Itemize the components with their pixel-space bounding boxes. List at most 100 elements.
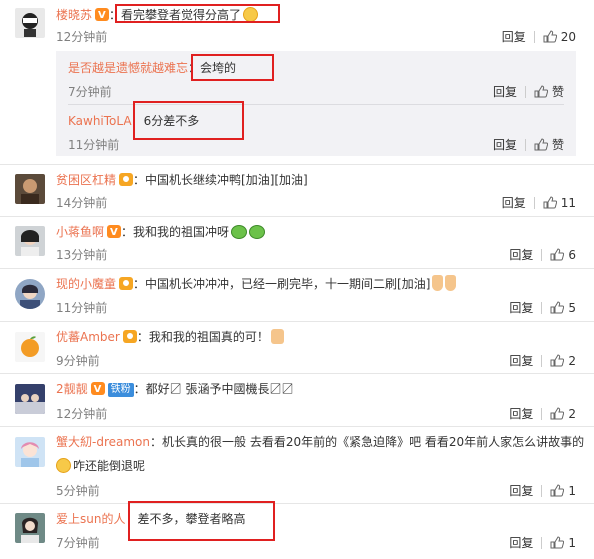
divider	[541, 301, 543, 314]
comment-time: 5分钟前	[56, 484, 100, 498]
avatar-cartoon-icon	[22, 13, 38, 37]
like-count: 20	[560, 29, 576, 44]
avatar[interactable]	[15, 8, 45, 38]
comment-text: ：我和我的祖国真的可！	[136, 330, 269, 344]
comment-actions: 回复 5	[509, 299, 576, 316]
avatar[interactable]	[15, 226, 45, 256]
like-thumb-icon[interactable]	[534, 138, 548, 151]
vip-badge-icon	[90, 381, 105, 399]
divider	[0, 321, 594, 322]
comment-time: 14分钟前	[56, 196, 108, 210]
divider	[541, 536, 543, 549]
reply-time: 11分钟前	[68, 138, 120, 152]
thumbs-up-emoji-icon	[270, 329, 284, 344]
like-thumb-icon[interactable]	[550, 354, 565, 367]
member-badge-icon	[122, 330, 137, 343]
comment-text: ：机长真的很一般 去看看20年前的《紧急迫降》吧 看看20年前人家怎么讲故事的	[150, 435, 585, 449]
reply-button[interactable]: 回复	[509, 299, 533, 316]
highlight-box	[191, 54, 274, 81]
divider	[533, 196, 535, 209]
divider	[524, 85, 526, 98]
like-label[interactable]: 赞	[552, 83, 564, 100]
divider	[0, 373, 594, 374]
reply-button[interactable]: 回复	[502, 28, 526, 45]
username-link[interactable]: 小蒋鱼啊	[56, 225, 104, 239]
comment-actions: 回复 6	[509, 246, 576, 263]
avatar-photo-icon	[21, 517, 39, 543]
comment-text-cont: 咋还能倒退呢	[73, 459, 146, 473]
reply-button[interactable]: 回复	[509, 482, 533, 499]
reply-actions: 回复 赞	[493, 83, 564, 100]
like-count: 5	[568, 300, 576, 315]
username-link[interactable]: 现的小魔童	[56, 277, 116, 291]
avatar[interactable]	[15, 384, 45, 414]
like-thumb-icon[interactable]	[550, 248, 565, 261]
like-label[interactable]: 赞	[552, 136, 564, 153]
reply-button[interactable]: 回复	[509, 352, 533, 369]
username-link[interactable]: 优蕃Amber	[56, 330, 120, 344]
comment-time: 12分钟前	[56, 30, 108, 44]
reply-button[interactable]: 回复	[509, 534, 533, 551]
like-thumb-icon[interactable]	[550, 301, 565, 314]
comment-text: ：都好〼 張涵予中國機長〼〼	[133, 382, 294, 396]
divider	[533, 30, 535, 43]
comment-time: 9分钟前	[56, 354, 100, 368]
like-thumb-icon[interactable]	[543, 30, 557, 43]
divider	[524, 138, 526, 151]
divider	[0, 503, 594, 504]
avatar[interactable]	[15, 174, 45, 204]
avatar-anime-icon	[21, 442, 39, 467]
reply-button[interactable]: 回复	[509, 246, 533, 263]
divider	[541, 354, 543, 367]
comment-actions: 回复 1	[509, 534, 576, 551]
divider	[0, 268, 594, 269]
username-link[interactable]: 贫困区杠精	[56, 173, 116, 187]
reply-time: 7分钟前	[68, 85, 112, 99]
avatar[interactable]	[15, 513, 45, 543]
avatar[interactable]	[15, 279, 45, 309]
comment-actions: 回复 1	[509, 482, 576, 499]
reply-button[interactable]: 回复	[502, 194, 526, 211]
comment-line: 小蒋鱼啊 ：我和我的祖国冲呀	[56, 223, 266, 242]
frog-emoji-icon	[249, 225, 266, 239]
crying-emoji-icon	[56, 458, 71, 473]
like-count: 2	[568, 406, 576, 421]
avatar-photo-icon	[20, 284, 40, 309]
avatar-photo-icon	[15, 394, 45, 414]
username-link[interactable]: 爱上sun的人	[56, 512, 125, 526]
reply-button[interactable]: 回复	[493, 136, 517, 153]
like-thumb-icon[interactable]	[543, 196, 557, 209]
comment-time: 12分钟前	[56, 407, 108, 421]
comment-actions: 回复 20	[502, 28, 576, 45]
avatar[interactable]	[15, 332, 45, 362]
comment-time: 7分钟前	[56, 536, 100, 550]
like-count: 1	[568, 535, 576, 550]
divider	[541, 484, 543, 497]
like-thumb-icon[interactable]	[550, 484, 565, 497]
fan-tag: 铁粉	[107, 383, 134, 397]
member-badge-icon	[119, 277, 134, 290]
divider	[0, 164, 594, 165]
username-link[interactable]: 是否越是遗憾就越难忘	[68, 61, 188, 75]
avatar-photo-icon	[21, 230, 39, 256]
comment-actions: 回复 11	[502, 194, 576, 211]
username-link[interactable]: 楼晓苏	[56, 8, 92, 22]
avatar[interactable]	[15, 437, 45, 467]
like-thumb-icon[interactable]	[550, 536, 565, 549]
comment-line: 现的小魔童 ：中国机长冲冲冲，已经一刷完毕，十一期间二刷[加油]	[56, 275, 457, 293]
orange-fruit-icon	[21, 336, 39, 357]
like-thumb-icon[interactable]	[534, 85, 548, 98]
victory-hand-emoji-icon	[432, 275, 444, 291]
reply-button[interactable]: 回复	[493, 83, 517, 100]
comment-time: 11分钟前	[56, 301, 108, 315]
like-count: 6	[568, 247, 576, 262]
username-link[interactable]: KawhiToLA	[68, 114, 132, 128]
comment-text: ：我和我的祖国冲呀	[121, 225, 230, 239]
comment-actions: 回复 2	[509, 352, 576, 369]
highlight-box	[133, 101, 244, 140]
username-link[interactable]: 2靓靓	[56, 382, 88, 396]
reply-button[interactable]: 回复	[509, 405, 533, 422]
highlight-box	[115, 4, 280, 23]
username-link[interactable]: 蟹大糿-dreamon	[56, 435, 150, 449]
like-thumb-icon[interactable]	[550, 407, 565, 420]
